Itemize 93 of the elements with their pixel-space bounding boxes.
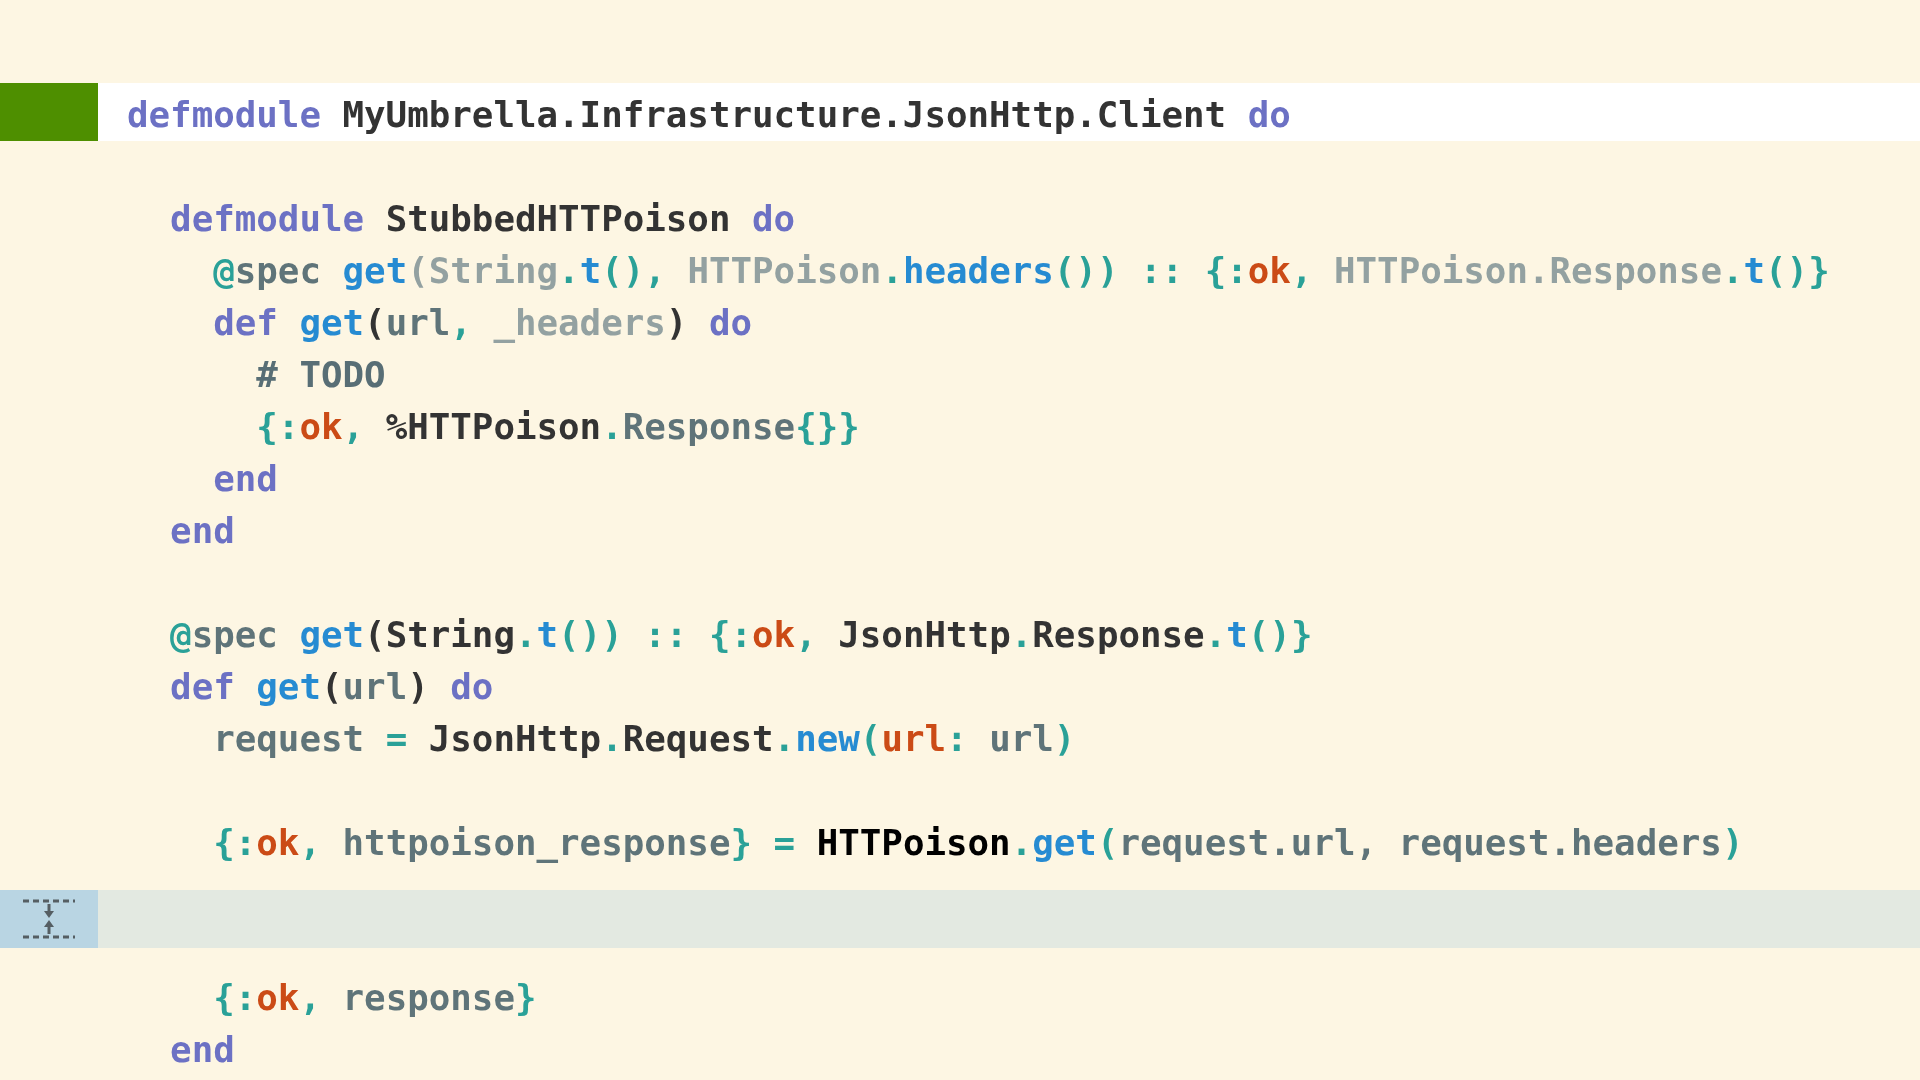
atom: ok [299,406,343,447]
atom: ok [752,614,796,655]
punctuation: . [1010,822,1033,863]
module-name: StubbedHTTPoison [385,198,732,239]
punctuation: , [1290,250,1314,291]
module-name: MyUmbrella.Infrastructure.JsonHttp.Client [342,94,1228,135]
punctuation: {: [212,977,257,1018]
keyword: do [707,302,753,343]
fold-expand-icon [21,898,77,940]
type-name: _headers [493,302,666,343]
punctuation: ( [859,718,882,759]
keyword: do [1247,94,1291,135]
type-name: HTTPoison.Response [1334,250,1722,291]
variable: spec [191,614,279,655]
keyword: defmodule [127,94,322,135]
function-name: get [299,302,365,343]
module-name: Response [1032,614,1205,655]
variable: request.url, request.headers [1118,822,1722,863]
keyword: end [169,1029,235,1070]
module-name: ) [407,666,430,707]
keyword: def [169,666,236,707]
punctuation: ) [1053,718,1076,759]
variable: url [989,718,1054,759]
function-name: new [795,718,860,759]
punctuation: , [795,614,818,655]
punctuation: @ [212,250,235,291]
function-name: headers [902,250,1054,291]
keyword: defmodule [169,198,366,239]
atom: url [881,718,947,759]
punctuation: . [558,250,580,291]
punctuation: (), [601,250,667,291]
atom: ok [1247,250,1291,291]
punctuation: } [514,977,537,1018]
function-name: get [299,614,365,655]
keyword: end [169,510,235,551]
function-name: get [342,250,408,291]
keyword: end [212,458,278,499]
type-name: HTTPoison [687,250,882,291]
punctuation: . [881,250,903,291]
function-name: t [1743,250,1766,291]
module-name: Request [622,718,774,759]
module-name: ( [320,666,343,707]
atom: ok [256,977,300,1018]
punctuation: , [299,822,322,863]
type-name: (String [407,250,559,291]
function-name: get [1032,822,1097,863]
punctuation: , [450,302,473,343]
punctuation: , [299,977,322,1018]
variable: url [342,666,408,707]
keyword: do [450,666,494,707]
punctuation: . [1010,614,1033,655]
punctuation: . [1721,250,1744,291]
punctuation: . [514,614,537,655]
punctuation: @ [169,614,192,655]
punctuation: , [342,406,366,447]
variable: url [385,302,451,343]
punctuation: : [946,718,969,759]
punctuation: . [1204,614,1227,655]
keyword: def [212,302,279,343]
variable: httpoison_response [342,822,731,863]
variable: Response [622,406,796,447]
punctuation: {: [255,406,300,447]
atom: ok [256,822,300,863]
function-name: t [536,614,559,655]
function-name: t [579,250,602,291]
comment: # TODO [255,354,386,395]
punctuation: ()} [1765,250,1830,291]
punctuation: ( [1096,822,1119,863]
punctuation: . [773,718,796,759]
module-name: ( [364,302,386,343]
punctuation: } = [730,822,797,863]
function-name: get [256,666,321,707]
fold-gutter-marker[interactable] [0,890,98,948]
module-name: JsonHttp [428,718,602,759]
punctuation: {: [212,822,257,863]
module-name: %HTTPoison [385,406,602,447]
module-name: HTTPoison [816,822,1011,863]
keyword: do [752,198,796,239]
punctuation: = [385,718,409,759]
variable: spec [234,250,322,291]
module-name: (String [364,614,515,655]
punctuation: . [601,406,623,447]
punctuation: ()} [1247,614,1313,655]
variable: request [212,718,366,759]
punctuation: ) [1721,822,1744,863]
punctuation: {}} [795,406,860,447]
punctuation: ()) :: {: [558,614,753,655]
punctuation: . [601,718,623,759]
module-name: JsonHttp [838,614,1011,655]
variable: response [342,977,515,1018]
function-name: t [1226,614,1248,655]
module-name: ) [665,302,688,343]
punctuation: ()) :: {: [1053,250,1248,291]
